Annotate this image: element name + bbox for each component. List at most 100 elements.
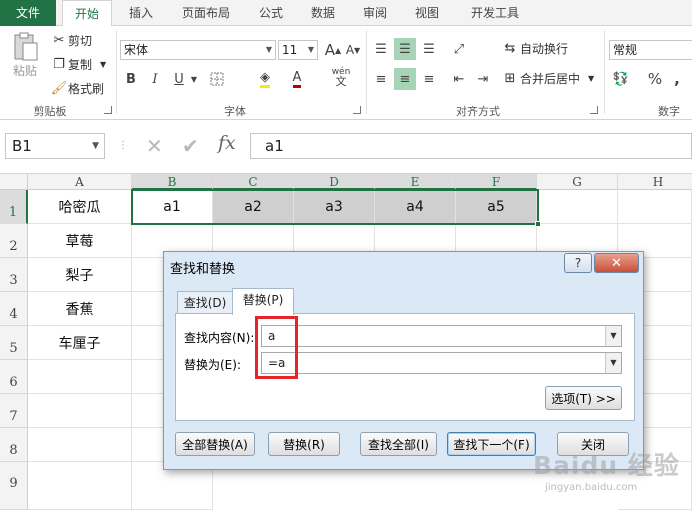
align-center-icon[interactable]: ≡ — [394, 68, 416, 90]
align-right-icon[interactable]: ≡ — [418, 68, 440, 90]
find-next-button[interactable]: 查找下一个(F) — [447, 432, 536, 456]
underline-button[interactable]: U — [168, 68, 190, 90]
cell-c1[interactable]: a2 — [213, 190, 294, 224]
align-left-icon[interactable]: ≡ — [370, 68, 392, 90]
shrink-font-button[interactable]: A ▼ — [342, 39, 364, 61]
name-box[interactable]: B1 ▼ — [5, 133, 105, 159]
column-header-a[interactable]: A — [28, 174, 132, 190]
cell-a9[interactable] — [28, 462, 132, 510]
column-header-d[interactable]: D — [294, 174, 375, 190]
replace-all-button[interactable]: 全部替换(A) — [175, 432, 255, 456]
orientation-icon[interactable]: ⤢ — [448, 38, 470, 60]
tab-view[interactable]: 视图 — [404, 0, 450, 26]
tab-formulas[interactable]: 公式 — [248, 0, 294, 26]
help-button[interactable]: ? — [564, 253, 592, 273]
italic-button[interactable]: I — [144, 68, 166, 90]
tab-page-layout[interactable]: 页面布局 — [170, 0, 242, 26]
cell-h1[interactable] — [618, 190, 692, 224]
borders-button[interactable] — [206, 68, 228, 90]
cell-a5[interactable]: 车厘子 — [28, 326, 132, 360]
grow-font-label: A — [324, 41, 336, 59]
cell-d1[interactable]: a3 — [294, 190, 375, 224]
fill-handle[interactable] — [535, 221, 541, 227]
column-header-b[interactable]: B — [132, 174, 213, 190]
decrease-indent-icon[interactable]: ⇤ — [448, 68, 470, 90]
font-color-button[interactable]: A — [286, 68, 308, 90]
enter-icon[interactable]: ✔ — [182, 133, 199, 159]
cell-a1[interactable]: 哈密瓜 — [28, 190, 132, 224]
tab-developer[interactable]: 开发工具 — [460, 0, 530, 26]
wrap-text-button[interactable]: ⇆ 自动换行 — [500, 40, 568, 57]
dialog-title: 查找和替换 — [170, 262, 236, 277]
formula-bar: B1 ▼ ⋮ ✕ ✔ fx a1 — [0, 120, 692, 174]
phonetic-button[interactable]: wén 文 — [326, 66, 356, 88]
row-header-6[interactable]: 6 — [0, 360, 28, 394]
format-painter-button[interactable]: 🖌 格式刷 — [50, 80, 104, 97]
cell-a8[interactable] — [28, 428, 132, 462]
grow-font-button[interactable]: A ▲ — [322, 39, 344, 61]
chevron-down-icon[interactable]: ▼ — [605, 326, 621, 346]
percent-button[interactable]: % — [644, 68, 666, 90]
close-icon[interactable]: ✕ — [594, 253, 639, 273]
cell-a4[interactable]: 香蕉 — [28, 292, 132, 326]
tab-file[interactable]: 文件 — [0, 0, 56, 26]
tab-insert[interactable]: 插入 — [116, 0, 166, 26]
row-header-3[interactable]: 3 — [0, 258, 28, 292]
paste-button[interactable]: 粘贴 — [8, 32, 42, 79]
row-header-2[interactable]: 2 — [0, 224, 28, 258]
find-what-input[interactable]: a ▼ — [261, 325, 622, 347]
cell-a2[interactable]: 草莓 — [28, 224, 132, 258]
insert-function-icon[interactable]: fx — [218, 132, 236, 154]
replace-with-input[interactable]: =a ▼ — [261, 352, 622, 374]
bold-button[interactable]: B — [120, 68, 142, 90]
cell-g1[interactable] — [537, 190, 618, 224]
alignment-launcher-icon[interactable] — [590, 106, 598, 114]
column-header-g[interactable]: G — [537, 174, 618, 190]
row-header-9[interactable]: 9 — [0, 462, 28, 510]
column-header-f[interactable]: F — [456, 174, 537, 190]
align-middle-icon[interactable]: ☰ — [394, 38, 416, 60]
options-button[interactable]: 选项(T) >> — [545, 386, 622, 410]
tab-replace[interactable]: 替换(P) — [232, 288, 294, 315]
cell-e1[interactable]: a4 — [375, 190, 456, 224]
cut-button[interactable]: ✂ 剪切 — [50, 32, 92, 49]
tab-find[interactable]: 查找(D) — [177, 291, 233, 314]
column-header-h[interactable]: H — [618, 174, 692, 190]
fill-color-button[interactable]: ◈ — [254, 68, 276, 90]
chevron-down-icon[interactable]: ▼ — [605, 353, 621, 373]
font-size-select[interactable]: 11 ▼ — [278, 40, 318, 60]
align-top-icon[interactable]: ☰ — [370, 38, 392, 60]
row-header-5[interactable]: 5 — [0, 326, 28, 360]
chevron-down-icon[interactable]: ▼ — [188, 68, 200, 90]
column-header-e[interactable]: E — [375, 174, 456, 190]
clipboard-launcher-icon[interactable] — [104, 106, 112, 114]
number-format-select[interactable]: 常规 — [609, 40, 692, 60]
merge-center-button[interactable]: ⊞ 合并后居中 ▼ — [500, 70, 595, 87]
font-launcher-icon[interactable] — [353, 106, 361, 114]
formula-input[interactable]: a1 — [250, 133, 692, 159]
cancel-icon[interactable]: ✕ — [146, 133, 163, 159]
cell-a3[interactable]: 梨子 — [28, 258, 132, 292]
cell-a6[interactable] — [28, 360, 132, 394]
font-name-select[interactable]: 宋体 ▼ — [120, 40, 276, 60]
tab-review[interactable]: 审阅 — [352, 0, 398, 26]
copy-button[interactable]: ❐ 复制 ▼ — [50, 56, 106, 73]
tab-data[interactable]: 数据 — [300, 0, 346, 26]
increase-indent-icon[interactable]: ⇥ — [472, 68, 494, 90]
row-header-4[interactable]: 4 — [0, 292, 28, 326]
comma-button[interactable]: , — [666, 68, 688, 90]
currency-icon[interactable]: 💱 — [610, 68, 632, 90]
row-header-7[interactable]: 7 — [0, 394, 28, 428]
replace-button[interactable]: 替换(R) — [268, 432, 340, 456]
column-header-c[interactable]: C — [213, 174, 294, 190]
select-all-corner[interactable] — [0, 174, 28, 190]
align-bottom-icon[interactable]: ☰ — [418, 38, 440, 60]
tab-home[interactable]: 开始 — [62, 0, 112, 27]
row-header-8[interactable]: 8 — [0, 428, 28, 462]
cell-b1[interactable]: a1 — [132, 190, 213, 224]
cell-a7[interactable] — [28, 394, 132, 428]
find-all-button[interactable]: 查找全部(I) — [360, 432, 437, 456]
cell-f1[interactable]: a5 — [456, 190, 537, 224]
row-header-1[interactable]: 1 — [0, 190, 28, 224]
find-replace-dialog: 查找和替换 ? ✕ 查找(D) 替换(P) 查找内容(N): a ▼ 替换为(E… — [163, 251, 644, 470]
